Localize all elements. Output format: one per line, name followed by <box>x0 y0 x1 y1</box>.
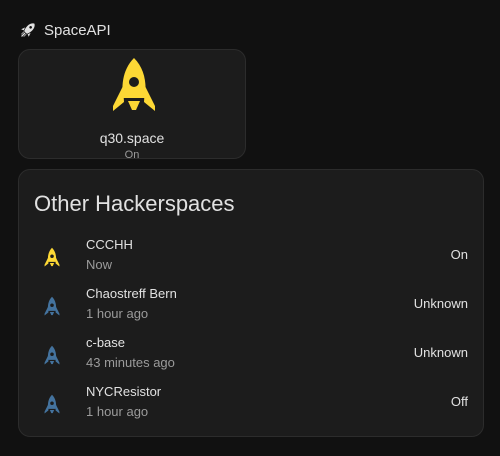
row-last-changed: 43 minutes ago <box>86 355 175 370</box>
row-name: c-base <box>86 335 126 350</box>
rocket-launch-icon <box>20 22 36 38</box>
entity-row-ccchh[interactable]: CCCHH Now On <box>19 237 483 277</box>
rocket-icon <box>109 56 159 118</box>
other-hackerspaces-card: Other Hackerspaces CCCHH Now On Chaostre… <box>18 169 484 437</box>
rocket-icon <box>43 296 61 318</box>
row-last-changed: 1 hour ago <box>86 306 149 321</box>
rocket-icon <box>43 394 61 416</box>
row-name: NYCResistor <box>86 384 162 399</box>
rocket-icon <box>43 345 61 367</box>
entity-row-nycresistor[interactable]: NYCResistor 1 hour ago Off <box>19 384 483 424</box>
entity-row-chaostreff-bern[interactable]: Chaostreff Bern 1 hour ago Unknown <box>19 286 483 326</box>
row-state: Off <box>450 394 468 409</box>
row-state: On <box>450 247 468 262</box>
row-name: CCCHH <box>86 237 133 252</box>
row-last-changed: Now <box>86 257 113 272</box>
row-state: Unknown <box>413 345 468 360</box>
q30-space-tile[interactable]: q30.space On <box>18 49 246 161</box>
row-last-changed: 1 hour ago <box>86 404 149 419</box>
section-title: SpaceAPI <box>44 21 111 39</box>
section-header: SpaceAPI <box>20 20 111 40</box>
rocket-icon <box>43 247 61 269</box>
tile-state: On <box>124 149 140 161</box>
row-name: Chaostreff Bern <box>86 286 177 301</box>
row-state: Unknown <box>413 296 468 311</box>
entity-row-c-base[interactable]: c-base 43 minutes ago Unknown <box>19 335 483 375</box>
tile-name: q30.space <box>99 130 165 146</box>
card-title: Other Hackerspaces <box>34 191 235 216</box>
